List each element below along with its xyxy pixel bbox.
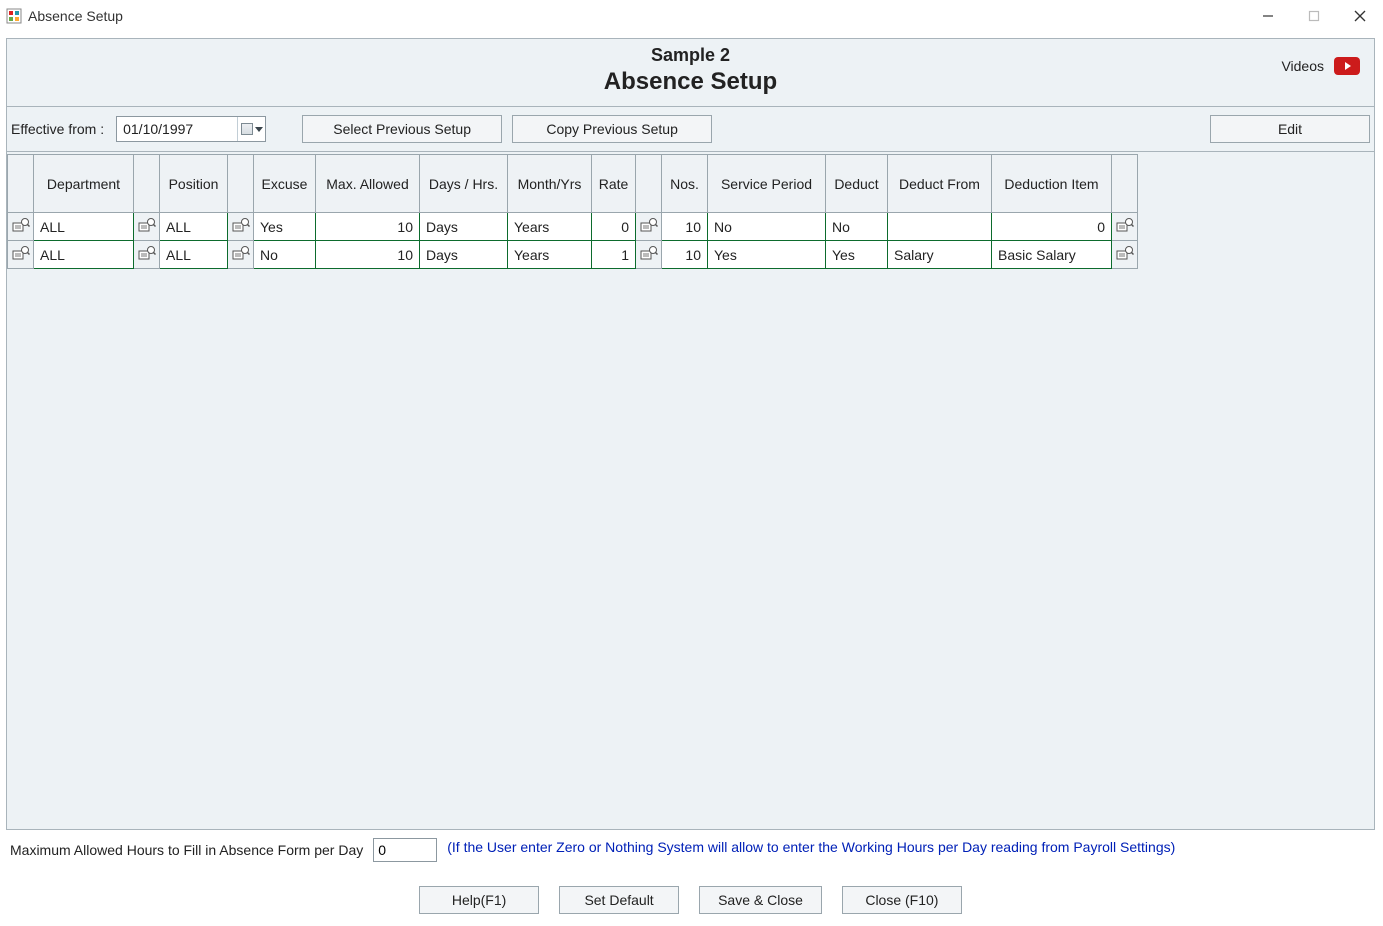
select-previous-setup-button[interactable]: Select Previous Setup <box>302 115 502 143</box>
row-selector[interactable] <box>8 241 34 269</box>
cell-days-hrs[interactable]: Days <box>420 241 508 269</box>
lookup-icon <box>640 217 658 233</box>
lookup-icon <box>138 217 156 233</box>
set-default-button[interactable]: Set Default <box>559 886 679 914</box>
col-days-hrs[interactable]: Days / Hrs. <box>420 155 508 213</box>
lookup-icon <box>640 245 658 261</box>
max-hours-hint: (If the User enter Zero or Nothing Syste… <box>447 838 1175 857</box>
lookup-icon <box>1116 217 1134 233</box>
window-controls <box>1245 0 1383 32</box>
button-row: Help(F1) Set Default Save & Close Close … <box>10 880 1371 916</box>
caret-down-icon <box>255 127 263 132</box>
youtube-icon[interactable] <box>1334 57 1360 75</box>
page-title: Absence Setup <box>17 68 1364 96</box>
cell-excuse[interactable]: No <box>254 241 316 269</box>
effective-from-value: 01/10/1997 <box>117 121 237 137</box>
cell-month-yrs[interactable]: Years <box>508 241 592 269</box>
cell-deduct[interactable]: No <box>826 213 888 241</box>
cell-deduction-item[interactable]: 0 <box>992 213 1112 241</box>
effective-from-datepicker[interactable]: 01/10/1997 <box>116 116 266 142</box>
cell-deduct[interactable]: Yes <box>826 241 888 269</box>
client-area: Sample 2 Absence Setup Videos Effective … <box>0 32 1383 926</box>
rate-lookup-button[interactable] <box>636 241 662 269</box>
videos-link[interactable]: Videos <box>1281 58 1324 74</box>
maximize-button[interactable] <box>1291 0 1337 32</box>
cell-service-period[interactable]: No <box>708 213 826 241</box>
footer: Maximum Allowed Hours to Fill in Absence… <box>6 830 1375 918</box>
cell-service-period[interactable]: Yes <box>708 241 826 269</box>
cell-position[interactable]: ALL <box>160 241 228 269</box>
position-lookup-button[interactable] <box>228 213 254 241</box>
lookup-icon <box>232 245 250 261</box>
lookup-icon <box>1116 245 1134 261</box>
copy-previous-setup-button[interactable]: Copy Previous Setup <box>512 115 712 143</box>
lookup-icon <box>12 217 30 233</box>
absence-grid[interactable]: Department Position Excuse Max. Allowed … <box>7 154 1138 269</box>
max-hours-label: Maximum Allowed Hours to Fill in Absence… <box>10 842 363 858</box>
col-position[interactable]: Position <box>160 155 228 213</box>
rate-lookup-button[interactable] <box>636 213 662 241</box>
cell-deduction-item[interactable]: Basic Salary <box>992 241 1112 269</box>
table-row[interactable]: ALLALLNo10DaysYears110YesYesSalaryBasic … <box>8 241 1138 269</box>
cell-rate[interactable]: 1 <box>592 241 636 269</box>
cell-days-hrs[interactable]: Days <box>420 213 508 241</box>
row-header-blank <box>8 155 34 213</box>
minimize-button[interactable] <box>1245 0 1291 32</box>
col-month-yrs[interactable]: Month/Yrs <box>508 155 592 213</box>
deduction-item-lookup-button[interactable] <box>1112 213 1138 241</box>
col-department[interactable]: Department <box>34 155 134 213</box>
cell-deduct-from[interactable] <box>888 213 992 241</box>
col-nos[interactable]: Nos. <box>662 155 708 213</box>
sample-label: Sample 2 <box>17 45 1364 66</box>
cell-month-yrs[interactable]: Years <box>508 213 592 241</box>
col-service-period[interactable]: Service Period <box>708 155 826 213</box>
window: Absence Setup Sample 2 Absence Setup Vid… <box>0 0 1383 926</box>
cell-nos[interactable]: 10 <box>662 241 708 269</box>
cell-nos[interactable]: 10 <box>662 213 708 241</box>
col-excuse[interactable]: Excuse <box>254 155 316 213</box>
position-lookup-button[interactable] <box>228 241 254 269</box>
edit-button[interactable]: Edit <box>1210 115 1370 143</box>
grid-container: Department Position Excuse Max. Allowed … <box>6 152 1375 830</box>
window-title: Absence Setup <box>28 8 123 24</box>
close-f10-button[interactable]: Close (F10) <box>842 886 962 914</box>
col-max-allowed[interactable]: Max. Allowed <box>316 155 420 213</box>
lookup-icon <box>232 217 250 233</box>
row-selector[interactable] <box>8 213 34 241</box>
header-box: Sample 2 Absence Setup Videos <box>6 38 1375 107</box>
cell-max-allowed[interactable]: 10 <box>316 241 420 269</box>
cell-department[interactable]: ALL <box>34 241 134 269</box>
close-button[interactable] <box>1337 0 1383 32</box>
lookup-icon <box>12 245 30 261</box>
cell-department[interactable]: ALL <box>34 213 134 241</box>
toolbar: Effective from : 01/10/1997 Select Previ… <box>6 107 1375 152</box>
col-deduction-item[interactable]: Deduction Item <box>992 155 1112 213</box>
col-deduct-from[interactable]: Deduct From <box>888 155 992 213</box>
calendar-dropdown-button[interactable] <box>237 117 265 141</box>
cell-rate[interactable]: 0 <box>592 213 636 241</box>
department-lookup-button[interactable] <box>134 241 160 269</box>
lookup-icon <box>138 245 156 261</box>
calendar-icon <box>241 123 253 135</box>
titlebar: Absence Setup <box>0 0 1383 32</box>
cell-position[interactable]: ALL <box>160 213 228 241</box>
help-button[interactable]: Help(F1) <box>419 886 539 914</box>
col-rate[interactable]: Rate <box>592 155 636 213</box>
max-hours-input[interactable] <box>373 838 437 862</box>
cell-deduct-from[interactable]: Salary <box>888 241 992 269</box>
effective-from-label: Effective from : <box>11 121 104 137</box>
col-deduct[interactable]: Deduct <box>826 155 888 213</box>
save-close-button[interactable]: Save & Close <box>699 886 822 914</box>
app-icon <box>6 8 22 24</box>
deduction-item-lookup-button[interactable] <box>1112 241 1138 269</box>
table-row[interactable]: ALLALLYes10DaysYears010NoNo0 <box>8 213 1138 241</box>
department-lookup-button[interactable] <box>134 213 160 241</box>
cell-max-allowed[interactable]: 10 <box>316 213 420 241</box>
cell-excuse[interactable]: Yes <box>254 213 316 241</box>
